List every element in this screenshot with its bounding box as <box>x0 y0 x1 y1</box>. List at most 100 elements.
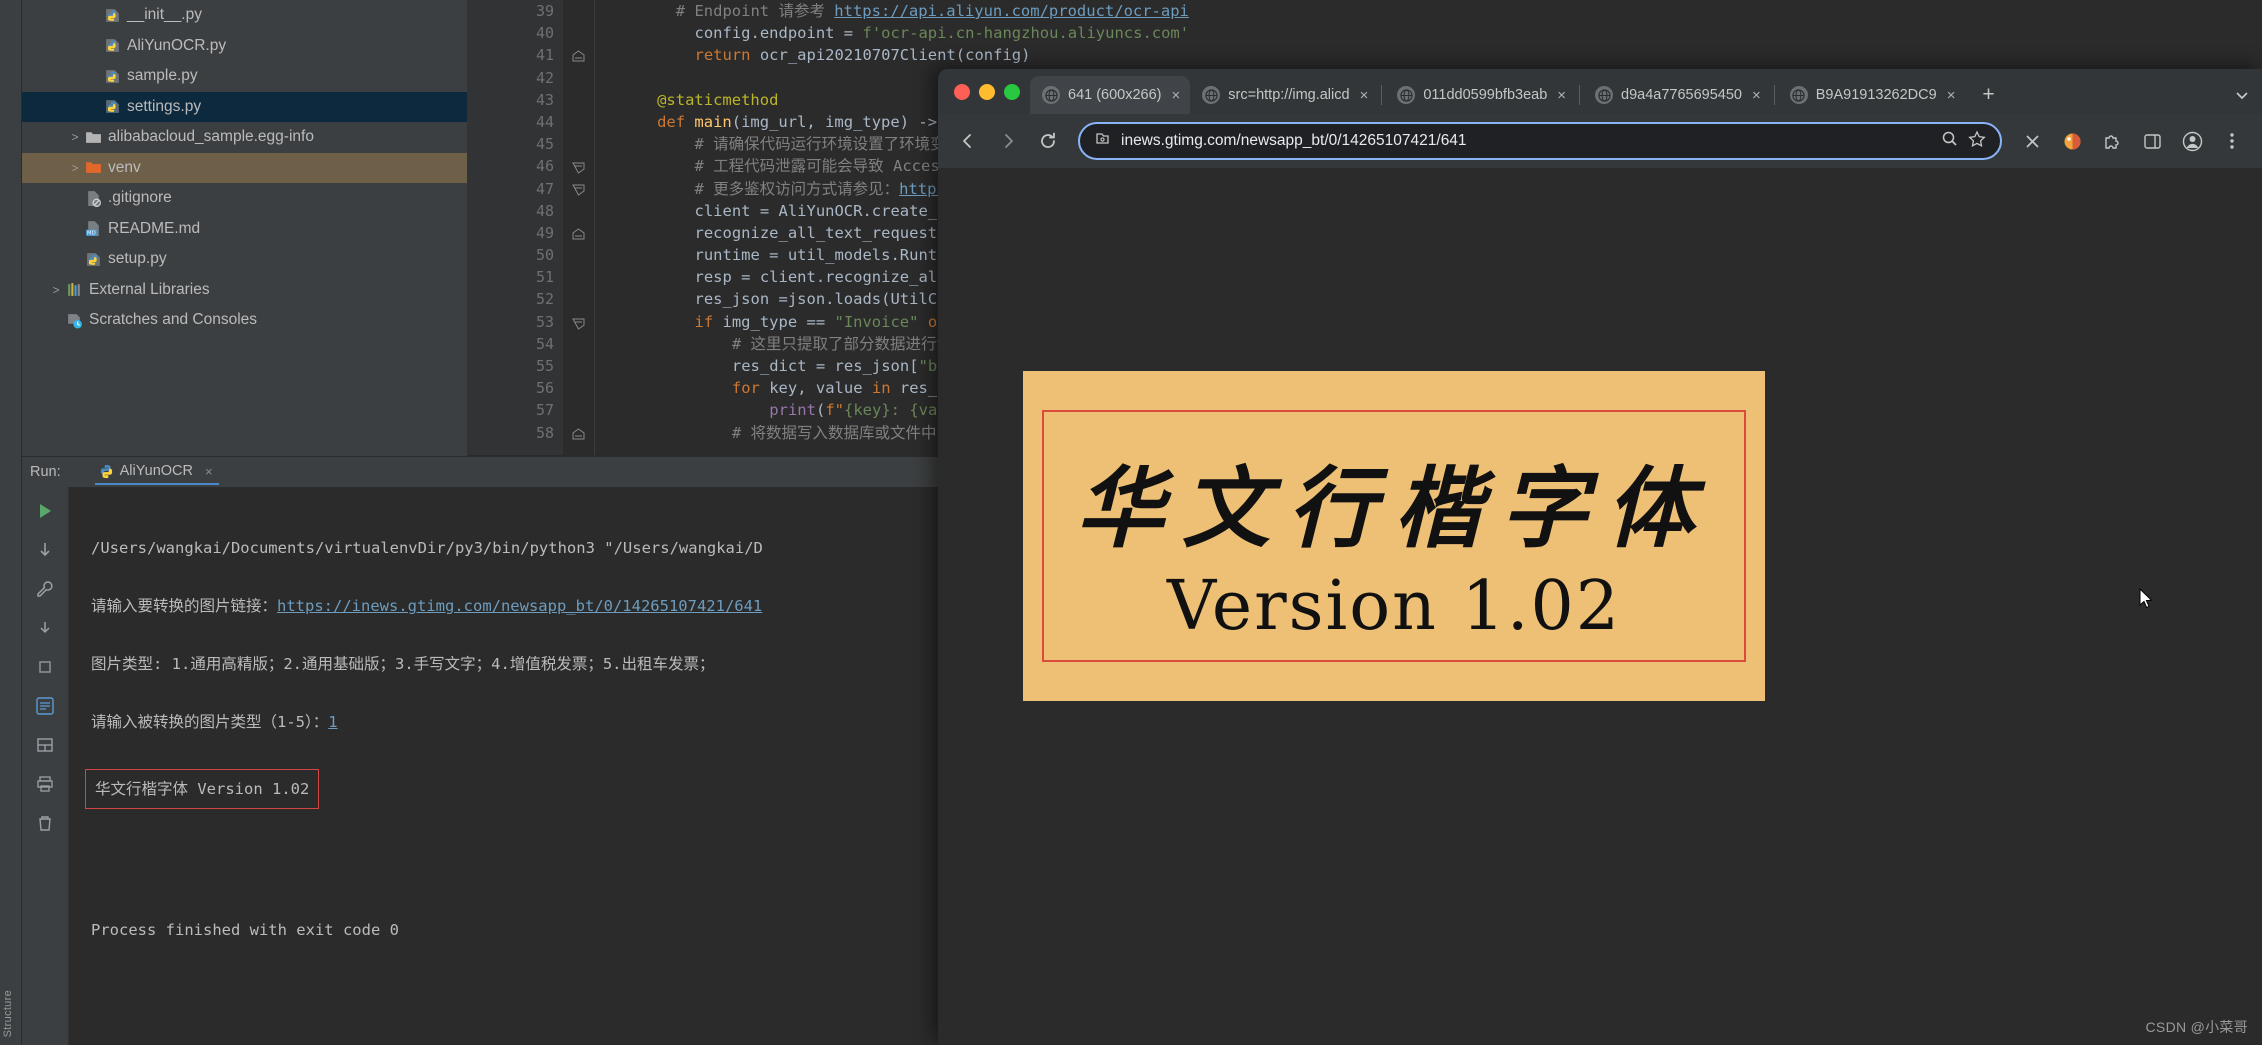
ocr-banner-image[interactable]: 华文行楷字体 Version 1.02 <box>1023 371 1765 701</box>
forward-arrow-icon[interactable] <box>990 123 1026 159</box>
chevron-down-icon[interactable] <box>2234 87 2250 106</box>
screen: Structure > __init__.py> AliYunOCR.py> s… <box>0 0 2262 1045</box>
close-tab-icon[interactable]: × <box>1750 87 1763 104</box>
line-number: 42 <box>535 68 554 87</box>
tree-item-alibabacloud-sample-egg-info[interactable]: > alibabacloud_sample.egg-info <box>22 122 467 153</box>
tree-indent-spacer: > <box>68 252 82 266</box>
console-url-value[interactable]: https://inews.gtimg.com/newsapp_bt/0/142… <box>277 597 762 615</box>
new-tab-button[interactable]: + <box>1973 80 2003 110</box>
print-icon[interactable] <box>33 772 57 796</box>
minimize-window-icon[interactable] <box>979 83 995 100</box>
code-token: recognize_all_text_request = <box>694 223 966 242</box>
tab-strip[interactable]: 641 (600x266) × src=http://img.alicd × 011dd… <box>1030 76 1965 114</box>
browser-tab[interactable]: d9a4a7765695450 × <box>1583 76 1771 114</box>
tab-separator <box>1773 85 1775 105</box>
run-toolbar <box>22 487 68 1045</box>
python-file-icon <box>101 7 123 24</box>
code-token: https://api.aliyun.com/product/ocr-api <box>834 2 1189 20</box>
console-select-prompt: 请输入被转换的图片类型（1-5）： <box>91 713 329 731</box>
browser-tab-label: src=http://img.alicd <box>1228 87 1350 103</box>
url-text[interactable]: inews.gtimg.com/newsapp_bt/0/14265107421… <box>1121 132 1931 150</box>
tree-item-external-libraries[interactable]: > External Libraries <box>22 275 467 306</box>
python-file-icon <box>101 37 123 54</box>
chevron-right-icon[interactable]: > <box>49 283 63 297</box>
line-number: 51 <box>535 268 554 287</box>
python-file-icon <box>101 98 123 115</box>
left-strip-label[interactable]: Structure <box>2 990 14 1037</box>
window-traffic-lights[interactable] <box>950 69 1030 114</box>
code-line[interactable]: return ocr_api20210707Client(config) <box>563 44 2262 66</box>
run-tab-aliyunocr[interactable]: AliYunOCR × <box>94 459 219 485</box>
code-token: print <box>769 401 816 420</box>
browser-tab[interactable]: B9A91913262DC9 × <box>1778 76 1966 114</box>
reload-icon[interactable] <box>1030 123 1066 159</box>
scroll-down-icon[interactable] <box>33 616 57 640</box>
chevron-right-icon[interactable]: > <box>68 161 82 175</box>
soft-wrap-icon[interactable] <box>33 694 57 718</box>
puzzle-icon[interactable] <box>2094 123 2130 159</box>
close-icon[interactable]: × <box>205 464 213 479</box>
maximize-window-icon[interactable] <box>1004 83 1020 100</box>
run-icon[interactable] <box>33 499 57 523</box>
watermark-label: CSDN @小菜哥 <box>2145 1019 2248 1035</box>
console-types-line: 图片类型: 1.通用高精版；2.通用基础版；3.手写文字；4.增值税发票；5.出… <box>91 655 715 673</box>
code-token: config.endpoint = <box>694 24 863 43</box>
tree-item-venv[interactable]: > venv <box>22 152 467 183</box>
browser-tab[interactable]: 011dd0599bfb3eab × <box>1385 76 1576 114</box>
browser-tab[interactable]: src=http://img.alicd × <box>1190 76 1378 114</box>
trash-icon[interactable] <box>33 811 57 835</box>
project-tree[interactable]: > __init__.py> AliYunOCR.py> sample.py> … <box>22 0 467 336</box>
gitignore-icon <box>82 190 104 207</box>
code-line[interactable]: config.endpoint = f'ocr-api.cn-hangzhou.… <box>563 22 2262 44</box>
tree-indent-spacer: > <box>49 313 63 327</box>
close-tab-icon[interactable]: × <box>1945 87 1958 104</box>
console-ocr-result: 华文行楷字体 Version 1.02 <box>85 769 320 809</box>
code-token: main <box>694 112 732 131</box>
tab-separator <box>1579 85 1581 105</box>
browser-tab[interactable]: 641 (600x266) × <box>1030 76 1191 114</box>
code-line[interactable]: # Endpoint 请参考 https://api.aliyun.com/pr… <box>563 0 2262 22</box>
tree-item-init-py[interactable]: > __init__.py <box>22 0 467 31</box>
stop-icon[interactable] <box>33 655 57 679</box>
line-number: 47 <box>535 179 554 198</box>
tree-item-gitignore[interactable]: > .gitignore <box>22 183 467 214</box>
close-tab-icon[interactable]: × <box>1170 87 1183 104</box>
globe-icon <box>1595 86 1614 104</box>
close-tab-icon[interactable]: × <box>1358 87 1371 104</box>
code-token: f" <box>825 401 844 420</box>
back-arrow-icon[interactable] <box>950 123 986 159</box>
zoom-search-icon[interactable] <box>1941 130 1958 152</box>
avatar-icon[interactable] <box>2174 123 2210 159</box>
wrench-icon[interactable] <box>33 577 57 601</box>
tree-item-settings-py[interactable]: > settings.py <box>22 91 467 122</box>
tree-item-setup-py[interactable]: > setup.py <box>22 244 467 275</box>
palette-icon[interactable] <box>2054 123 2090 159</box>
code-token: "Invoice" <box>834 312 919 331</box>
tree-item-label: .gitignore <box>108 189 172 207</box>
code-token: # Endpoint 请参考 <box>675 2 835 20</box>
browser-tab-label: B9A91913262DC9 <box>1815 87 1937 103</box>
tree-indent-spacer: > <box>87 69 101 83</box>
tree-item-scratches-and-consoles[interactable]: > Scratches and Consoles <box>22 305 467 336</box>
page-info-icon[interactable] <box>1094 130 1111 152</box>
close-tab-icon[interactable]: × <box>1555 87 1568 104</box>
console-command: /Users/wangkai/Documents/virtualenvDir/p… <box>91 539 763 557</box>
address-bar[interactable]: inews.gtimg.com/newsapp_bt/0/14265107421… <box>1078 122 2002 160</box>
line-number: 53 <box>535 312 554 331</box>
chevron-right-icon[interactable]: > <box>68 130 82 144</box>
chrome-browser-window[interactable]: 641 (600x266) × src=http://img.alicd × 011dd… <box>938 69 2262 1045</box>
browser-tab-label: 641 (600x266) <box>1068 87 1162 103</box>
star-icon[interactable] <box>1968 129 1986 153</box>
rerun-icon[interactable] <box>33 538 57 562</box>
side-panel-icon[interactable] <box>2134 123 2170 159</box>
layout-icon[interactable] <box>33 733 57 757</box>
left-tool-strip[interactable]: Structure <box>0 0 22 1045</box>
tree-item-aliyunocr-py[interactable]: > AliYunOCR.py <box>22 31 467 62</box>
ocr-detection-box: 华文行楷字体 Version 1.02 <box>1042 410 1746 662</box>
three-dots-icon[interactable] <box>2214 123 2250 159</box>
tree-indent-spacer: > <box>68 191 82 205</box>
close-window-icon[interactable] <box>954 83 970 100</box>
tree-item-readme-md[interactable]: > MD README.md <box>22 214 467 245</box>
tree-item-sample-py[interactable]: > sample.py <box>22 61 467 92</box>
close-icon[interactable] <box>2014 123 2050 159</box>
